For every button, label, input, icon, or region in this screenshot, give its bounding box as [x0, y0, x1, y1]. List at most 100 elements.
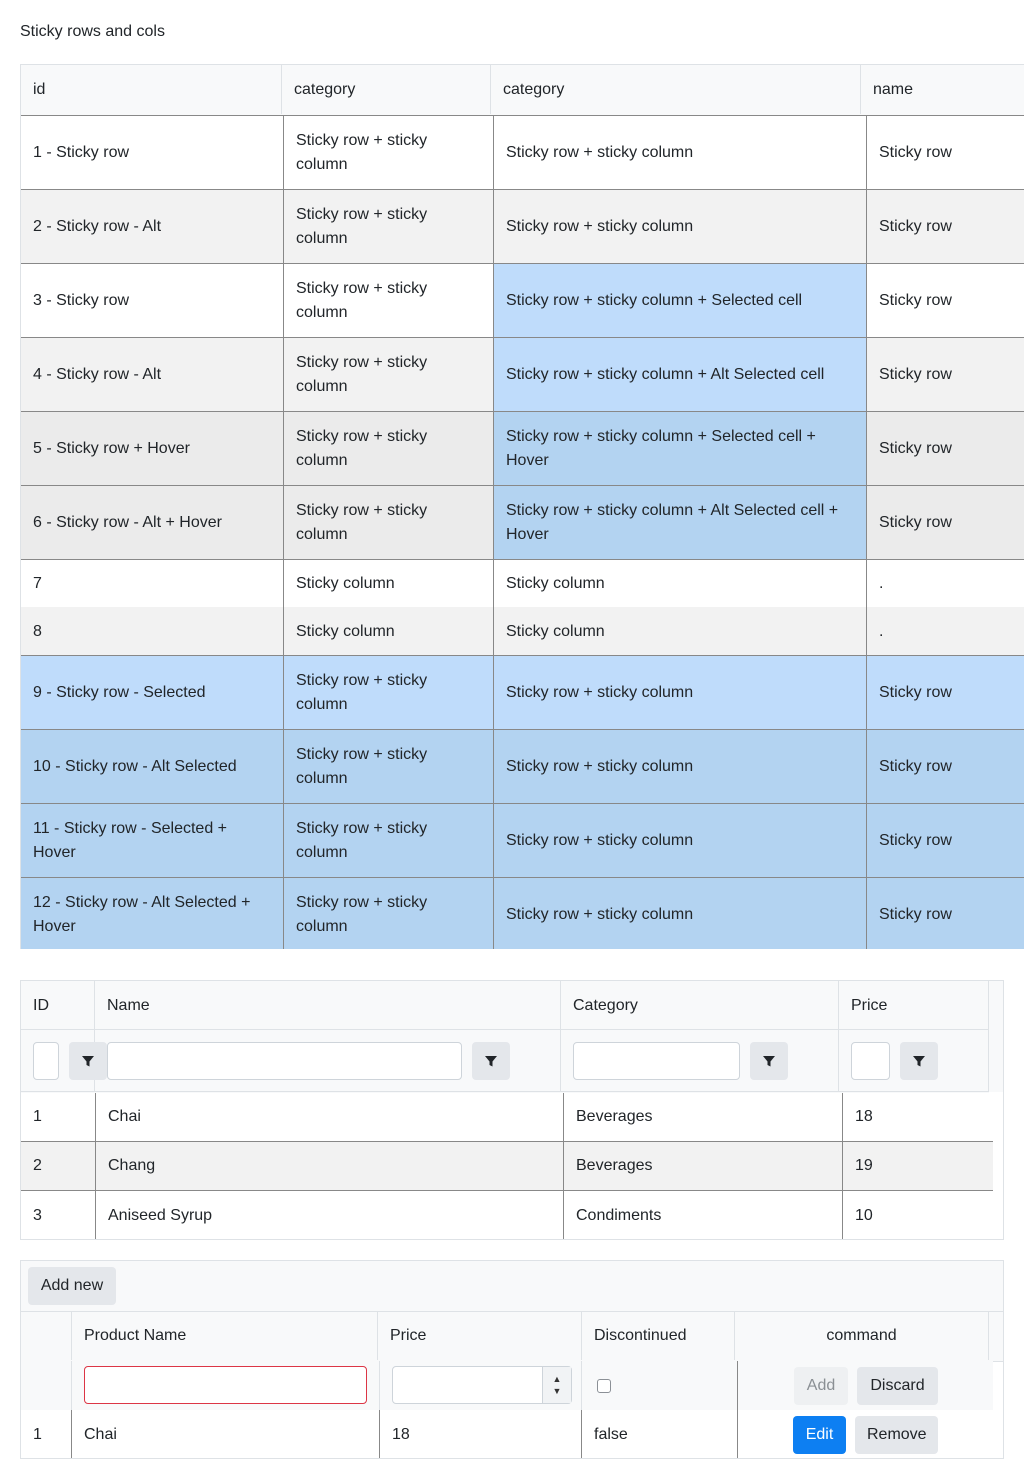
table-row[interactable]: 1 Chai 18 false Edit Remove	[21, 1410, 993, 1458]
cell-id[interactable]: 1 - Sticky row	[21, 116, 284, 189]
cell-name[interactable]: Sticky row	[867, 412, 1024, 485]
price-stepper[interactable]: ▲ ▼	[392, 1366, 572, 1404]
cell-id[interactable]: 3	[21, 1191, 96, 1239]
cell-name[interactable]: Sticky row	[867, 190, 1024, 263]
table-row[interactable]: 11 - Sticky row - Selected + Hover Stick…	[21, 803, 1024, 877]
cell-price[interactable]: 18	[380, 1410, 582, 1458]
cell-id[interactable]: 9 - Sticky row - Selected	[21, 656, 284, 729]
table-row[interactable]: 2 - Sticky row - Alt Sticky row + sticky…	[21, 189, 1024, 263]
filter-button-price[interactable]	[900, 1042, 938, 1080]
table-row[interactable]: 4 - Sticky row - Alt Sticky row + sticky…	[21, 337, 1024, 411]
product-name-input[interactable]	[84, 1366, 367, 1404]
cell-category[interactable]: Sticky row + sticky column	[284, 656, 494, 729]
cell-id[interactable]: 10 - Sticky row - Alt Selected	[21, 730, 284, 803]
cell-name[interactable]: .	[867, 607, 1024, 656]
header-cell-price[interactable]: Price	[378, 1312, 582, 1360]
table-row[interactable]: 8 Sticky column Sticky column .	[21, 607, 1024, 656]
cell-category[interactable]: Sticky row + sticky column	[494, 656, 867, 729]
cell-name[interactable]: Sticky row	[867, 878, 1024, 949]
selected-cell[interactable]: Sticky row + sticky column + Selected ce…	[494, 264, 867, 337]
add-new-button[interactable]: Add new	[28, 1267, 116, 1305]
cell-name[interactable]: Chai	[96, 1093, 564, 1141]
table-row[interactable]: 12 - Sticky row - Alt Selected + Hover S…	[21, 877, 1024, 949]
selected-cell[interactable]: Sticky row + sticky column + Alt Selecte…	[494, 486, 867, 559]
cell-id[interactable]: 1	[21, 1093, 96, 1141]
table-row[interactable]: 3 - Sticky row Sticky row + sticky colum…	[21, 263, 1024, 337]
selected-cell[interactable]: Sticky row + sticky column + Alt Selecte…	[494, 338, 867, 411]
header-cell-name[interactable]: name	[861, 65, 1024, 114]
remove-button[interactable]: Remove	[855, 1416, 938, 1454]
cell-category[interactable]: Sticky row + sticky column	[284, 804, 494, 877]
cell-id[interactable]: 1	[21, 1410, 72, 1458]
header-cell-category[interactable]: category	[491, 65, 861, 114]
cell-category[interactable]: Sticky column	[494, 607, 867, 656]
table-row[interactable]: 9 - Sticky row - Selected Sticky row + s…	[21, 655, 1024, 729]
header-cell-product-name[interactable]: Product Name	[72, 1312, 378, 1360]
table-row[interactable]: 6 - Sticky row - Alt + Hover Sticky row …	[21, 485, 1024, 559]
cell-category[interactable]: Sticky row + sticky column	[284, 116, 494, 189]
cell-category[interactable]: Sticky row + sticky column	[284, 338, 494, 411]
cell-name[interactable]: Sticky row	[867, 804, 1024, 877]
table-row[interactable]: 7 Sticky column Sticky column .	[21, 559, 1024, 607]
cell-category[interactable]: Condiments	[564, 1191, 843, 1239]
cell-price[interactable]: 18	[843, 1093, 993, 1141]
filter-input-price[interactable]	[851, 1042, 890, 1080]
cell-category[interactable]: Sticky row + sticky column	[494, 116, 867, 189]
header-cell-category[interactable]: Category	[561, 981, 839, 1030]
cell-name[interactable]: Sticky row	[867, 486, 1024, 559]
cell-category[interactable]: Beverages	[564, 1142, 843, 1190]
filter-button-name[interactable]	[472, 1042, 510, 1080]
cell-id[interactable]: 7	[21, 560, 284, 607]
cell-name[interactable]: Aniseed Syrup	[96, 1191, 564, 1239]
cell-id[interactable]: 3 - Sticky row	[21, 264, 284, 337]
cell-id[interactable]: 5 - Sticky row + Hover	[21, 412, 284, 485]
header-cell-id[interactable]: ID	[21, 981, 95, 1030]
cell-name[interactable]: Sticky row	[867, 338, 1024, 411]
selected-cell[interactable]: Sticky row + sticky column + Selected ce…	[494, 412, 867, 485]
filter-input-category[interactable]	[573, 1042, 740, 1080]
cell-id[interactable]: 8	[21, 607, 284, 656]
header-cell-category[interactable]: category	[282, 65, 491, 114]
chevron-down-icon[interactable]: ▼	[553, 1385, 562, 1397]
table-row[interactable]: 5 - Sticky row + Hover Sticky row + stic…	[21, 411, 1024, 485]
cell-id[interactable]: 2	[21, 1142, 96, 1190]
cell-category[interactable]: Sticky column	[494, 560, 867, 607]
cell-price[interactable]: 10	[843, 1191, 993, 1239]
discontinued-checkbox[interactable]	[597, 1379, 611, 1393]
cell-product-name[interactable]: Chai	[72, 1410, 380, 1458]
chevron-up-icon[interactable]: ▲	[553, 1373, 562, 1385]
cell-id[interactable]: 12 - Sticky row - Alt Selected + Hover	[21, 878, 284, 949]
table-row[interactable]: 1 Chai Beverages 18	[21, 1093, 993, 1142]
table-row[interactable]: 3 Aniseed Syrup Condiments 10	[21, 1191, 993, 1239]
cell-id[interactable]: 11 - Sticky row - Selected + Hover	[21, 804, 284, 877]
filter-input-id[interactable]	[33, 1042, 59, 1080]
cell-name[interactable]: Sticky row	[867, 656, 1024, 729]
cell-id[interactable]: 4 - Sticky row - Alt	[21, 338, 284, 411]
cell-name[interactable]: Sticky row	[867, 116, 1024, 189]
cell-category[interactable]: Sticky row + sticky column	[284, 412, 494, 485]
header-cell-price[interactable]: Price	[839, 981, 989, 1030]
cell-id[interactable]: 6 - Sticky row - Alt + Hover	[21, 486, 284, 559]
cell-category[interactable]: Sticky row + sticky column	[284, 486, 494, 559]
cell-category[interactable]: Sticky row + sticky column	[494, 730, 867, 803]
cell-category[interactable]: Sticky column	[284, 607, 494, 656]
table-row[interactable]: 1 - Sticky row Sticky row + sticky colum…	[21, 115, 1024, 189]
cell-price[interactable]: 19	[843, 1142, 993, 1190]
cell-category[interactable]: Sticky row + sticky column	[494, 190, 867, 263]
cell-category[interactable]: Sticky column	[284, 560, 494, 607]
table-row[interactable]: 2 Chang Beverages 19	[21, 1142, 993, 1191]
stepper-arrows[interactable]: ▲ ▼	[542, 1367, 571, 1403]
cell-name[interactable]: Sticky row	[867, 730, 1024, 803]
cell-category[interactable]: Sticky row + sticky column	[494, 804, 867, 877]
cell-category[interactable]: Sticky row + sticky column	[494, 878, 867, 949]
cell-category[interactable]: Sticky row + sticky column	[284, 190, 494, 263]
header-cell-discontinued[interactable]: Discontinued	[582, 1312, 735, 1360]
cell-category[interactable]: Sticky row + sticky column	[284, 730, 494, 803]
cell-name[interactable]: .	[867, 560, 1024, 607]
cell-name[interactable]: Sticky row	[867, 264, 1024, 337]
header-cell-id[interactable]: id	[21, 65, 282, 114]
discard-button[interactable]: Discard	[857, 1367, 938, 1405]
cell-category[interactable]: Sticky row + sticky column	[284, 878, 494, 949]
cell-category[interactable]: Sticky row + sticky column	[284, 264, 494, 337]
filter-button-category[interactable]	[750, 1042, 788, 1080]
